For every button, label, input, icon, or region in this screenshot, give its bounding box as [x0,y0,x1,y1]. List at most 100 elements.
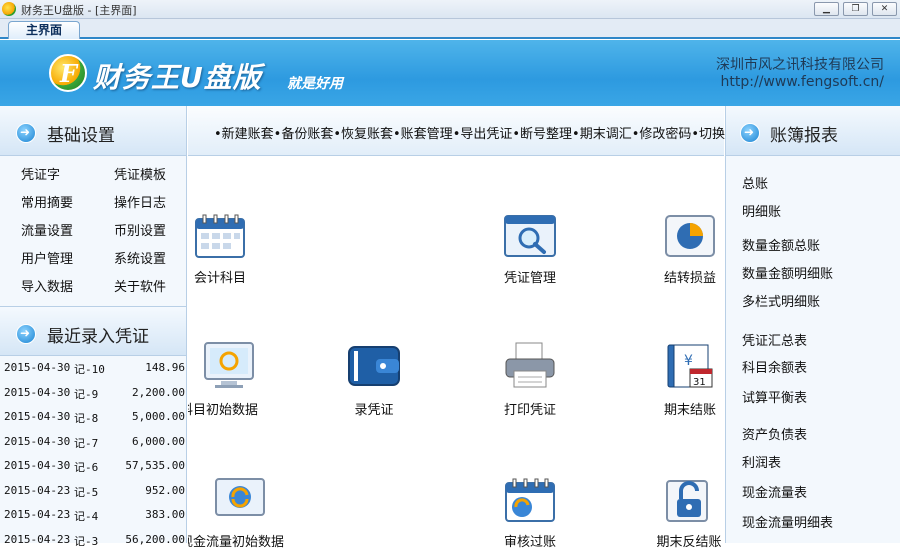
close-button[interactable]: ✕ [872,2,897,16]
toolbar-item-3[interactable]: •账套管理 [393,127,453,142]
cashflow-init-button[interactable]: 现金流量初始数据 [188,477,288,550]
basic-settings-header[interactable]: 基础设置 [0,106,186,156]
voucher-date: 2015-04-30 [4,434,71,448]
report-item-2[interactable]: 数量金额总账 [742,235,820,254]
printer-icon [505,342,555,388]
recent-voucher-row[interactable]: 2015-04-30 记-9 2,200.00 [0,381,187,406]
recent-voucher-row[interactable]: 2015-04-23 记-3 56,200.00 [0,528,187,553]
tab-main[interactable]: 主界面 [8,21,80,39]
logo-letter: F [60,59,78,88]
reverse-close-button[interactable]: 期末反结账 [654,477,724,550]
reverse-close-label: 期末反结账 [656,535,722,550]
menu-flow-settings[interactable]: 流量设置 [21,218,114,246]
title-bar: 财务王U盘版 - [主界面] ▁ ❐ ✕ [0,0,900,19]
cashflow-init-label: 现金流量初始数据 [188,535,284,550]
voucher-date: 2015-04-23 [4,532,71,546]
basic-settings-menu: 凭证字 凭证模板 常用摘要 操作日志 流量设置 币别设置 用户管理 系统设置 导… [0,156,186,302]
report-item-11[interactable]: 现金流量明细表 [742,512,833,531]
recent-voucher-row[interactable]: 2015-04-30 记-10 148.96 [0,356,187,381]
report-item-1[interactable]: 明细账 [742,201,781,220]
report-item-4[interactable]: 多栏式明细账 [742,291,820,310]
unlock-icon [666,480,708,522]
enter-voucher-button[interactable]: 录凭证 [344,341,404,418]
toolbar-item-1[interactable]: •备份账套 [274,127,334,142]
voucher-management-label: 凭证管理 [503,271,556,286]
calendar-number: 31 [693,377,706,388]
svg-text:¥: ¥ [684,353,693,369]
logo: F [49,54,87,92]
carry-forward-button[interactable]: 结转损益 [658,213,722,286]
recent-voucher-row[interactable]: 2015-04-30 记-7 6,000.00 [0,430,187,455]
voucher-number: 记-8 [74,412,99,425]
arrow-right-icon [16,324,36,344]
voucher-amount: 5,000.00 [132,410,185,423]
voucher-number: 记-5 [74,485,99,499]
toolbar-item-7[interactable]: •修改密码 [632,127,692,142]
app-icon [2,2,16,16]
report-item-10[interactable]: 现金流量表 [742,482,807,501]
initial-data-button[interactable]: 科目初始数据 [188,341,264,418]
voucher-amount: 57,535.00 [125,459,185,472]
voucher-date: 2015-04-30 [4,410,71,423]
enter-voucher-label: 录凭证 [354,403,394,418]
search-window-icon [504,215,556,257]
recent-voucher-row[interactable]: 2015-04-23 记-5 952.00 [0,479,187,504]
voucher-amount: 952.00 [145,483,185,497]
print-voucher-button[interactable]: 打印凭证 [500,341,560,418]
voucher-amount: 2,200.00 [132,385,185,399]
report-item-0[interactable]: 总账 [742,173,768,192]
initial-data-label: 科目初始数据 [188,403,258,418]
recent-vouchers-header[interactable]: 最近录入凭证 [0,306,186,356]
menu-user-management[interactable]: 用户管理 [21,246,114,274]
voucher-number: 记-7 [74,436,99,450]
reports-header[interactable]: 账簿报表 [726,106,900,156]
carry-forward-label: 结转损益 [663,271,716,286]
toolbar-item-2[interactable]: •恢复账套 [333,127,393,142]
voucher-management-button[interactable]: 凭证管理 [500,213,560,286]
menu-voucher-word[interactable]: 凭证字 [21,162,114,190]
restore-button[interactable]: ❐ [843,2,868,16]
period-close-label: 期末结账 [663,403,716,418]
voucher-number: 记-3 [74,534,99,548]
recent-vouchers-title: 最近录入凭证 [47,327,149,347]
pie-chart-icon [665,215,715,257]
company-info: 深圳市风之讯科技有限公司 http://www.fengsoft.cn/ [716,57,884,91]
recent-voucher-row[interactable]: 2015-04-23 记-4 383.00 [0,503,187,528]
toolbar-item-6[interactable]: •期末调汇 [572,127,632,142]
tab-strip: 主界面 [0,19,900,39]
company-name: 深圳市风之讯科技有限公司 [716,57,884,73]
voucher-number: 记-10 [74,363,105,376]
toolbar-item-0[interactable]: •新建账套 [214,127,274,142]
header-banner: F 财务王U盘版 就是好用 深圳市风之讯科技有限公司 http://www.fe… [0,40,900,106]
report-item-9[interactable]: 利润表 [742,452,781,471]
print-voucher-label: 打印凭证 [503,403,556,418]
period-close-button[interactable]: ¥ 31 期末结账 [658,341,722,418]
toolbar-item-5[interactable]: •断号整理 [512,127,572,142]
main-function-area: 会计科目 凭证管理 结转损益 科目初始数据 [188,157,724,550]
voucher-number: 记-9 [74,387,99,401]
recent-voucher-row[interactable]: 2015-04-30 记-6 57,535.00 [0,454,187,479]
company-url: http://www.fengsoft.cn/ [720,74,884,90]
minimize-button[interactable]: ▁ [814,2,839,16]
report-item-6[interactable]: 科目余额表 [742,357,807,376]
report-item-7[interactable]: 试算平衡表 [742,387,807,406]
voucher-amount: 148.96 [145,361,185,374]
window-title: 财务王U盘版 - [主界面] [21,4,137,17]
voucher-date: 2015-04-30 [4,385,71,399]
monitor-icon [204,342,254,388]
reports-title: 账簿报表 [770,126,838,146]
recent-voucher-row[interactable]: 2015-04-30 记-8 5,000.00 [0,405,187,430]
report-item-3[interactable]: 数量金额明细账 [742,263,833,282]
wallet-icon [348,346,400,386]
accounts-button[interactable]: 会计科目 [188,213,252,286]
ledger-book-icon: ¥ 31 [667,344,713,388]
audit-post-button[interactable]: 审核过账 [500,477,560,550]
menu-import-data[interactable]: 导入数据 [21,274,114,302]
voucher-date: 2015-04-23 [4,483,71,497]
report-item-5[interactable]: 凭证汇总表 [742,330,807,349]
account-toolbar: •新建账套•备份账套•恢复账套•账套管理•导出凭证•断号整理•期末调汇•修改密码… [188,106,751,156]
toolbar-item-4[interactable]: •导出凭证 [453,127,513,142]
menu-common-summary[interactable]: 常用摘要 [21,190,114,218]
voucher-amount: 6,000.00 [132,434,185,448]
report-item-8[interactable]: 资产负债表 [742,424,807,443]
